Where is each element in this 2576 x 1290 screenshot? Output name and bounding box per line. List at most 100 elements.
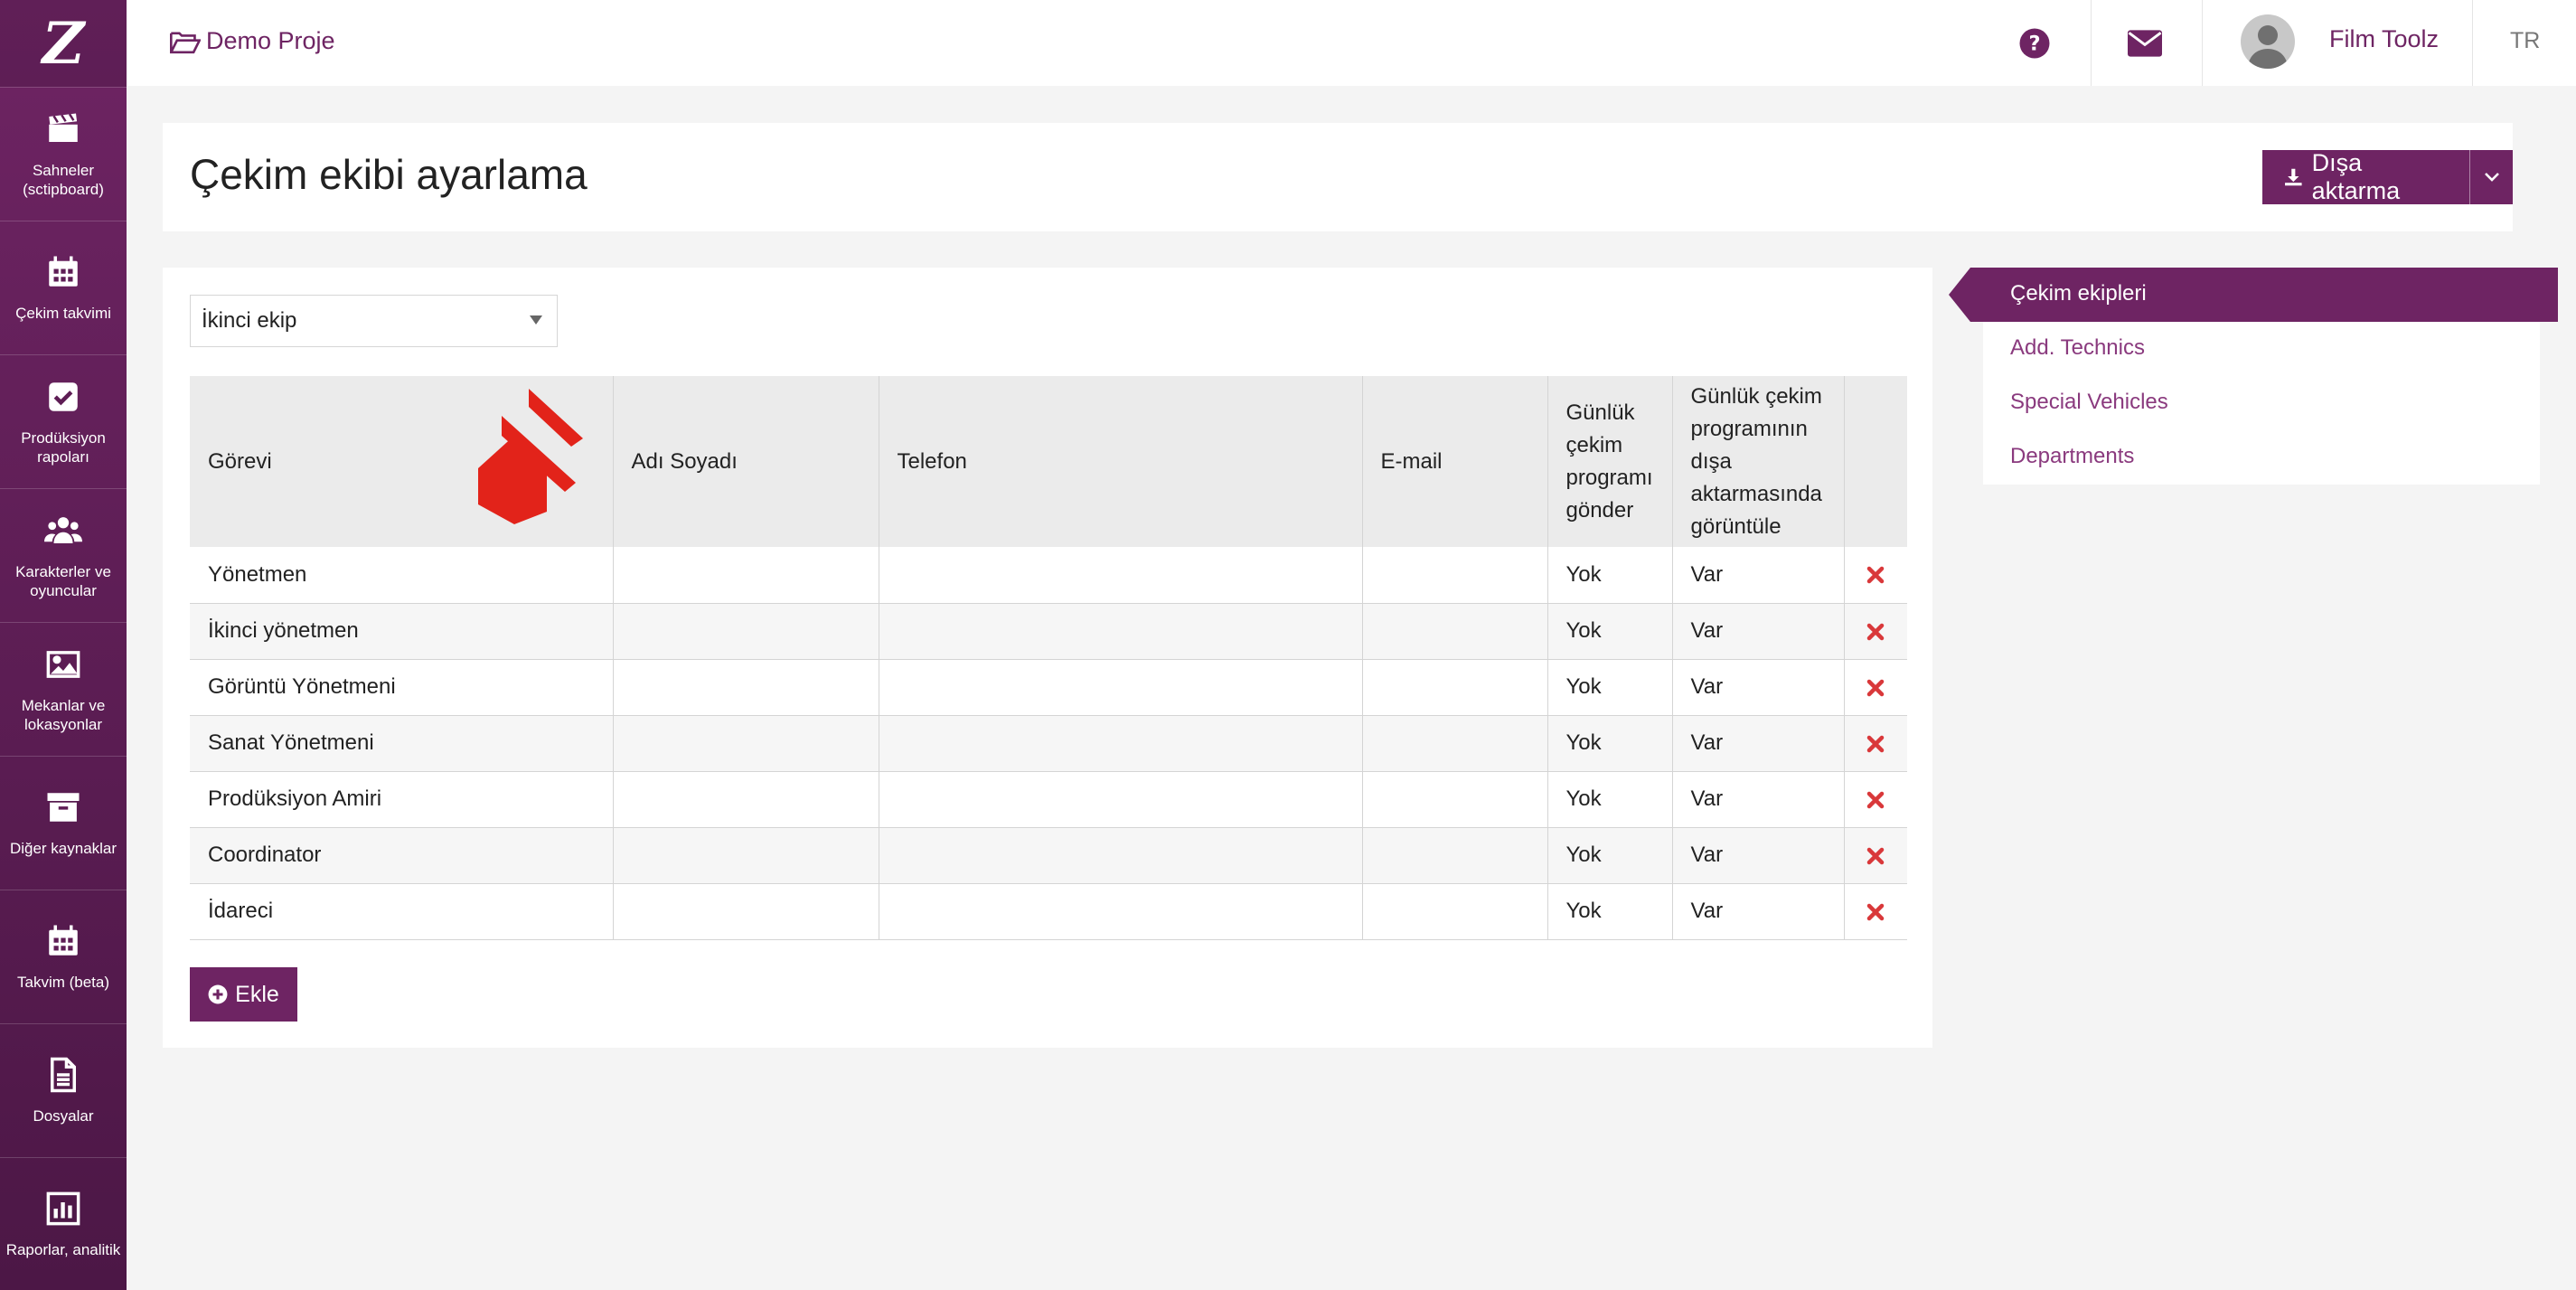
cell-send-schedule[interactable]: Yok xyxy=(1547,547,1673,604)
cell-send-schedule[interactable]: Yok xyxy=(1547,715,1673,772)
cell-role[interactable]: Coordinator xyxy=(190,827,614,884)
table-row[interactable]: Yönetmen Yok Var xyxy=(190,547,1907,604)
crew-select[interactable]: İkinci ekip xyxy=(190,295,558,347)
cell-phone[interactable] xyxy=(879,659,1363,716)
logo-letter: Z xyxy=(42,9,85,78)
cell-show-in-export[interactable]: Var xyxy=(1672,659,1845,716)
table-row[interactable]: Görüntü Yönetmeni Yok Var xyxy=(190,659,1907,716)
cell-show-in-export[interactable]: Var xyxy=(1672,827,1845,884)
delete-icon xyxy=(1867,623,1885,640)
language-switch[interactable]: TR xyxy=(2510,28,2540,54)
column-header-phone[interactable]: Telefon xyxy=(879,376,1363,547)
cell-name[interactable] xyxy=(613,883,879,940)
plus-circle-icon xyxy=(208,984,228,1004)
delete-row-button[interactable] xyxy=(1844,547,1907,604)
column-header-show-in-export[interactable]: Günlük çekim programının dışa aktarmasın… xyxy=(1672,376,1845,547)
cell-name[interactable] xyxy=(613,547,879,604)
app-logo[interactable]: Z xyxy=(0,0,127,87)
delete-row-button[interactable] xyxy=(1844,715,1907,772)
sidebar-item-calendar-beta[interactable]: Takvim (beta) xyxy=(0,890,127,1023)
cell-role[interactable]: Yönetmen xyxy=(190,547,614,604)
table-row[interactable]: Coordinator Yok Var xyxy=(190,827,1907,884)
column-header-email[interactable]: E-mail xyxy=(1362,376,1548,547)
cell-send-schedule[interactable]: Yok xyxy=(1547,603,1673,660)
cell-email[interactable] xyxy=(1362,547,1548,604)
cell-name[interactable] xyxy=(613,603,879,660)
topbar-divider xyxy=(2202,0,2203,86)
delete-row-button[interactable] xyxy=(1844,659,1907,716)
cell-send-schedule[interactable]: Yok xyxy=(1547,771,1673,828)
cell-role[interactable]: Görüntü Yönetmeni xyxy=(190,659,614,716)
avatar[interactable] xyxy=(2241,14,2295,69)
column-header-send-schedule[interactable]: Günlük çekim programı gönder xyxy=(1547,376,1673,547)
cell-send-schedule[interactable]: Yok xyxy=(1547,883,1673,940)
menu-item-add-technics[interactable]: Add. Technics xyxy=(2010,335,2145,361)
cell-name[interactable] xyxy=(613,715,879,772)
cell-phone[interactable] xyxy=(879,715,1363,772)
messages-button[interactable] xyxy=(2127,25,2163,61)
cell-email[interactable] xyxy=(1362,715,1548,772)
table-row[interactable]: İdareci Yok Var xyxy=(190,883,1907,940)
svg-text:?: ? xyxy=(2028,33,2040,56)
cell-email[interactable] xyxy=(1362,771,1548,828)
cell-name[interactable] xyxy=(613,827,879,884)
cell-name[interactable] xyxy=(613,771,879,828)
export-button[interactable]: Dışa aktarma xyxy=(2262,149,2470,204)
sidebar-item-label: Dosyalar xyxy=(33,1107,94,1125)
cell-phone[interactable] xyxy=(879,603,1363,660)
cell-send-schedule[interactable]: Yok xyxy=(1547,827,1673,884)
cell-show-in-export[interactable]: Var xyxy=(1672,771,1845,828)
cell-email[interactable] xyxy=(1362,883,1548,940)
table-row[interactable]: Sanat Yönetmeni Yok Var xyxy=(190,715,1907,772)
help-button[interactable]: ? xyxy=(2017,25,2053,61)
menu-item-special-vehicles[interactable]: Special Vehicles xyxy=(2010,390,2168,415)
cell-show-in-export[interactable]: Var xyxy=(1672,883,1845,940)
cell-email[interactable] xyxy=(1362,827,1548,884)
table-row[interactable]: İkinci yönetmen Yok Var xyxy=(190,603,1907,660)
delete-row-button[interactable] xyxy=(1844,827,1907,884)
menu-item-departments[interactable]: Departments xyxy=(2010,444,2134,469)
add-label: Ekle xyxy=(235,981,279,1007)
cell-show-in-export[interactable]: Var xyxy=(1672,547,1845,604)
delete-icon xyxy=(1867,791,1885,808)
dropdown-arrow-icon xyxy=(530,315,542,325)
cell-email[interactable] xyxy=(1362,603,1548,660)
cell-show-in-export[interactable]: Var xyxy=(1672,603,1845,660)
user-name[interactable]: Film Toolz xyxy=(2329,25,2439,53)
sidebar-item-shooting-schedule[interactable]: Çekim takvimi xyxy=(0,221,127,354)
cell-name[interactable] xyxy=(613,659,879,716)
sidebar-item-characters[interactable]: Karakterler ve oyuncular xyxy=(0,488,127,622)
topbar-divider xyxy=(2472,0,2473,86)
delete-row-button[interactable] xyxy=(1844,771,1907,828)
sidebar-item-scenes[interactable]: Sahneler (sctipboard) xyxy=(0,87,127,221)
menu-item-crews[interactable]: Çekim ekipleri xyxy=(1949,268,2558,322)
cell-phone[interactable] xyxy=(879,771,1363,828)
column-header-name[interactable]: Adı Soyadı xyxy=(613,376,879,547)
sidebar-item-other-resources[interactable]: Diğer kaynaklar xyxy=(0,756,127,890)
add-crew-button[interactable]: Ekle xyxy=(190,967,297,1022)
delete-icon xyxy=(1867,679,1885,696)
sidebar-item-files[interactable]: Dosyalar xyxy=(0,1023,127,1157)
sidebar-item-production-reports[interactable]: Prodüksiyon rapoları xyxy=(0,354,127,488)
cell-show-in-export[interactable]: Var xyxy=(1672,715,1845,772)
cell-phone[interactable] xyxy=(879,547,1363,604)
column-header-actions xyxy=(1844,376,1907,547)
user-avatar-icon xyxy=(2248,25,2288,69)
delete-row-button[interactable] xyxy=(1844,603,1907,660)
sidebar-item-reports[interactable]: Raporlar, analitik xyxy=(0,1157,127,1290)
cell-role[interactable]: İkinci yönetmen xyxy=(190,603,614,660)
sidebar-item-locations[interactable]: Mekanlar ve lokasyonlar xyxy=(0,622,127,756)
cell-email[interactable] xyxy=(1362,659,1548,716)
download-icon xyxy=(2285,168,2302,186)
delete-row-button[interactable] xyxy=(1844,883,1907,940)
export-dropdown-toggle[interactable] xyxy=(2470,150,2513,204)
table-row[interactable]: Prodüksiyon Amiri Yok Var xyxy=(190,771,1907,828)
cell-phone[interactable] xyxy=(879,883,1363,940)
cell-role[interactable]: Prodüksiyon Amiri xyxy=(190,771,614,828)
cell-phone[interactable] xyxy=(879,827,1363,884)
sidebar-item-label: Raporlar, analitik xyxy=(5,1241,121,1258)
cell-role[interactable]: Sanat Yönetmeni xyxy=(190,715,614,772)
project-breadcrumb[interactable]: Demo Proje xyxy=(170,27,335,55)
cell-send-schedule[interactable]: Yok xyxy=(1547,659,1673,716)
cell-role[interactable]: İdareci xyxy=(190,883,614,940)
